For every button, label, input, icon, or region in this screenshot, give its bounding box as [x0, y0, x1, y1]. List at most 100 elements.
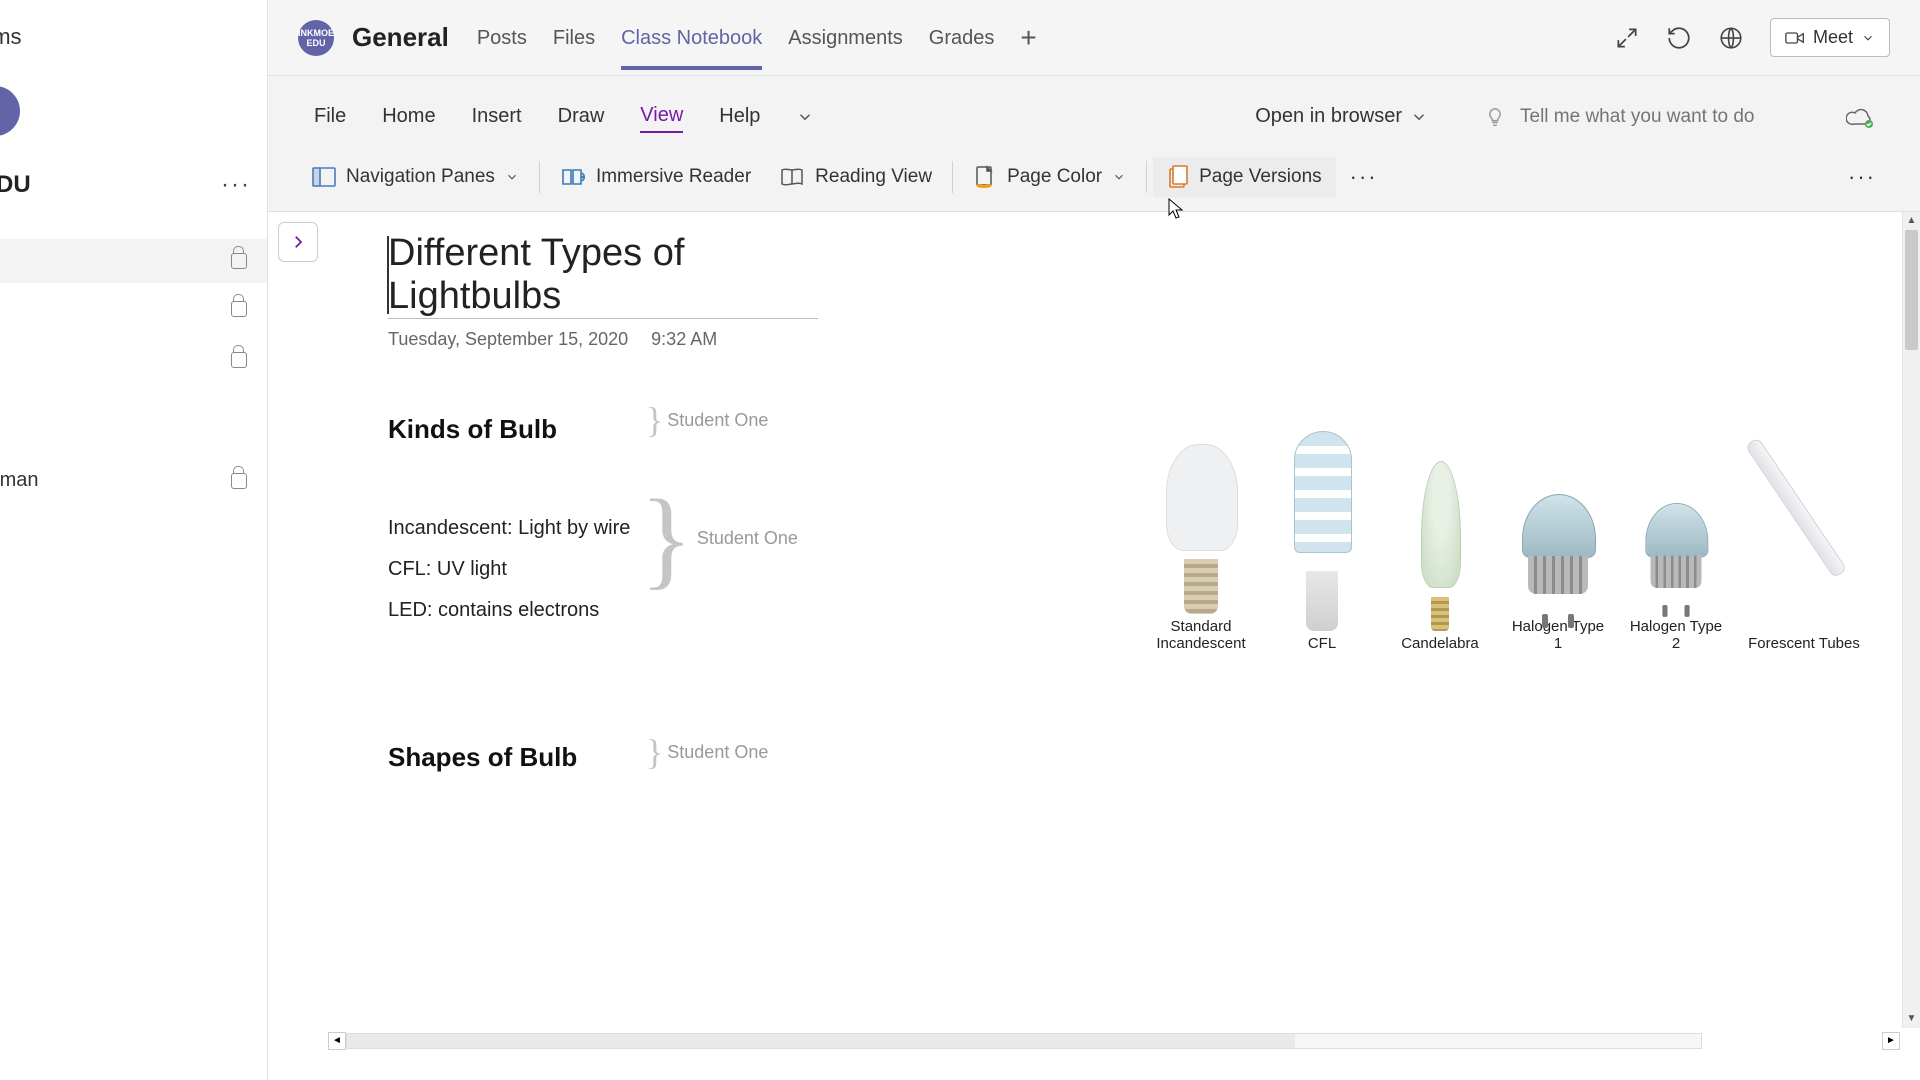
page-canvas: Different Types of Lightbulbs Tuesday, S…	[268, 212, 1920, 1080]
channel-list: an n Woman	[0, 239, 267, 506]
bulb-label: Standard Incandescent	[1148, 618, 1254, 652]
bulb-image	[1156, 414, 1246, 614]
app-name-fragment: ams	[0, 24, 267, 50]
page-versions-label: Page Versions	[1199, 166, 1322, 188]
team-more-icon[interactable]: ···	[221, 171, 251, 199]
menu-insert[interactable]: Insert	[472, 101, 522, 132]
refresh-icon[interactable]	[1666, 25, 1692, 51]
lock-icon	[231, 352, 247, 368]
scroll-thumb[interactable]	[1905, 230, 1918, 350]
tell-me-search[interactable]	[1484, 106, 1780, 128]
separator	[952, 161, 953, 193]
ribbon-more-icon[interactable]: ···	[1336, 164, 1392, 190]
ribbon-overflow-icon[interactable]: ···	[1834, 164, 1890, 190]
channel-item-general[interactable]	[0, 239, 267, 283]
scroll-right-button[interactable]: ►	[1882, 1032, 1900, 1050]
meet-button[interactable]: Meet	[1770, 18, 1890, 57]
navigation-panes-icon	[312, 166, 336, 188]
menu-view[interactable]: View	[640, 100, 683, 133]
author-tag: } Student One	[646, 740, 768, 765]
bulb-item-tube: Forescent Tubes	[1744, 431, 1864, 652]
channel-title: General	[352, 22, 449, 53]
lock-icon	[231, 473, 247, 489]
expand-icon[interactable]	[1614, 25, 1640, 51]
bulb-item-halogen2: Halogen Type 2	[1626, 504, 1726, 652]
page-title[interactable]: Different Types of Lightbulbs	[388, 232, 818, 318]
page-color-label: Page Color	[1007, 166, 1102, 188]
author-name: Student One	[697, 528, 798, 549]
chevron-down-icon	[1410, 108, 1428, 126]
scroll-thumb[interactable]	[347, 1034, 1295, 1048]
page-title-text: Different Types of Lightbulbs	[388, 232, 684, 317]
channel-tabs: Posts Files Class Notebook Assignments G…	[477, 5, 1037, 70]
tab-files[interactable]: Files	[553, 5, 595, 70]
team-title-fragment: e EDU	[0, 171, 31, 199]
show-navigation-button[interactable]	[278, 222, 318, 262]
channel-header-right: Meet	[1614, 18, 1890, 57]
tab-posts[interactable]: Posts	[477, 5, 527, 70]
scroll-down-button[interactable]: ▼	[1903, 1010, 1920, 1028]
navigation-panes-button[interactable]: Navigation Panes	[298, 158, 533, 196]
lightbulb-icon	[1484, 106, 1506, 128]
section-heading-shapes[interactable]: Shapes of Bulb	[388, 742, 1920, 773]
page-meta: Tuesday, September 15, 2020 9:32 AM	[388, 329, 1920, 350]
chevron-down-icon	[1112, 170, 1126, 184]
channel-item[interactable]: Woman	[0, 455, 267, 506]
open-in-browser-button[interactable]: Open in browser	[1255, 105, 1428, 128]
lock-icon	[231, 301, 247, 317]
bulb-item-candelabra: Candelabra	[1390, 431, 1490, 652]
globe-icon[interactable]	[1718, 25, 1744, 51]
lock-icon	[231, 253, 247, 269]
bulb-label: Halogen Type 2	[1626, 618, 1726, 652]
navigation-panes-label: Navigation Panes	[346, 166, 495, 188]
channel-item[interactable]: an	[0, 283, 267, 334]
team-avatar[interactable]	[0, 86, 20, 136]
author-tag: } Student One	[640, 500, 798, 577]
bulb-item-standard: Standard Incandescent	[1148, 414, 1254, 652]
reading-view-button[interactable]: Reading View	[765, 158, 946, 196]
tab-assignments[interactable]: Assignments	[788, 5, 903, 70]
text-cursor	[387, 236, 389, 314]
onenote-ribbon: Navigation Panes Immersive Reader Readin…	[268, 149, 1920, 212]
menu-file[interactable]: File	[314, 101, 346, 132]
bulb-image	[1277, 431, 1367, 631]
scroll-up-button[interactable]: ▲	[1903, 212, 1920, 230]
menu-overflow-icon[interactable]	[796, 108, 814, 126]
cloud-sync-icon[interactable]	[1846, 106, 1874, 128]
bulb-image	[1744, 431, 1864, 631]
channel-item[interactable]: n	[0, 334, 267, 385]
bulb-image	[1395, 431, 1485, 631]
page-body[interactable]: Different Types of Lightbulbs Tuesday, S…	[268, 212, 1920, 1080]
bulb-label: Candelabra	[1401, 635, 1479, 652]
brace-icon: }	[646, 408, 663, 433]
separator	[539, 161, 540, 193]
menu-draw[interactable]: Draw	[558, 101, 605, 132]
separator	[1146, 161, 1147, 193]
teams-left-rail: ams e EDU ··· an n Woman	[0, 0, 268, 1080]
brace-icon: }	[646, 740, 663, 765]
immersive-reader-button[interactable]: Immersive Reader	[546, 157, 765, 197]
tab-class-notebook[interactable]: Class Notebook	[621, 5, 762, 70]
page-color-button[interactable]: Page Color	[959, 157, 1140, 197]
author-name: Student One	[667, 410, 768, 431]
team-icon[interactable]: INKMOE EDU	[298, 20, 334, 56]
menu-home[interactable]: Home	[382, 101, 435, 132]
bulb-item-halogen1: Halogen Type 1	[1508, 484, 1608, 652]
tell-me-input[interactable]	[1520, 106, 1780, 128]
author-tag: } Student One	[646, 408, 768, 433]
open-in-browser-label: Open in browser	[1255, 105, 1402, 128]
scroll-track[interactable]	[346, 1033, 1702, 1049]
immersive-reader-icon	[560, 165, 586, 189]
page-versions-button[interactable]: Page Versions	[1153, 157, 1336, 197]
menu-help[interactable]: Help	[719, 101, 760, 132]
channel-header: INKMOE EDU General Posts Files Class Not…	[268, 0, 1920, 76]
author-name: Student One	[667, 742, 768, 763]
scroll-left-button[interactable]: ◄	[328, 1032, 346, 1050]
tab-grades[interactable]: Grades	[929, 5, 995, 70]
add-tab-button[interactable]: +	[1020, 31, 1036, 45]
video-icon	[1785, 30, 1805, 46]
horizontal-scrollbar[interactable]: ◄ ►	[328, 1032, 1900, 1050]
chevron-right-icon	[289, 233, 307, 251]
vertical-scrollbar[interactable]: ▲ ▼	[1902, 212, 1920, 1028]
reading-view-label: Reading View	[815, 166, 932, 188]
